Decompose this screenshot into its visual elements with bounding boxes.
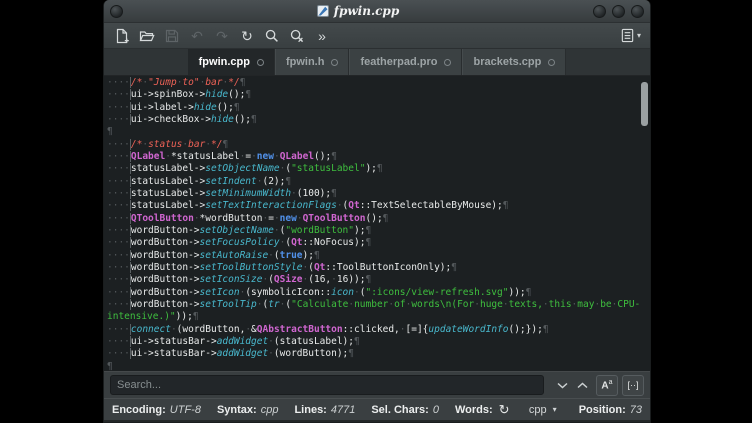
title-bar[interactable]: fpwin.cpp — [104, 0, 650, 23]
match-case-button[interactable]: Aa — [596, 375, 618, 396]
chevron-down-icon — [557, 382, 568, 389]
main-menu-button[interactable]: ▾ — [618, 28, 643, 43]
overflow-icon: » — [318, 29, 326, 43]
search-button[interactable] — [261, 25, 283, 46]
encoding-value: UTF-8 — [170, 404, 201, 416]
tab-label: brackets.cpp — [473, 56, 541, 68]
open-folder-icon — [139, 28, 155, 44]
tab-featherpad.pro[interactable]: featherpad.pro — [349, 49, 462, 75]
redo-button[interactable]: ↷ — [211, 25, 233, 46]
chevron-up-icon — [577, 382, 588, 389]
tab-bar: fpwin.cpp fpwin.h featherpad.pro brackets.c… — [104, 49, 650, 76]
new-file-icon — [114, 28, 130, 44]
search-icon — [264, 28, 280, 44]
whole-word-button[interactable]: [··] — [622, 375, 644, 396]
selected-chars-value: 0 — [433, 404, 439, 416]
code-line: ····QToolButton·*wordButton·=·new·QToolB… — [107, 213, 650, 225]
syntax-combo[interactable]: cpp ▾ — [529, 404, 557, 416]
tab-strip: fpwin.cpp fpwin.h featherpad.pro brackets.c… — [188, 49, 567, 75]
code-line: ····ui->statusBar->addWidget·(statusLabe… — [107, 336, 650, 348]
toolbar-overflow-button[interactable]: » — [311, 25, 333, 46]
minimize-button[interactable] — [612, 5, 625, 18]
code-line: ····wordButton->setIconSize·(QSize·(16,·… — [107, 274, 650, 286]
code-line: ····ui->statusBar->addWidget·(wordButton… — [107, 348, 650, 360]
menu-caret-icon: ▾ — [637, 31, 641, 40]
syntax-value: cpp — [261, 404, 279, 416]
tab-brackets.cpp[interactable]: brackets.cpp — [462, 49, 566, 75]
window-menu-button[interactable] — [110, 5, 123, 18]
code-line: ····wordButton->setAutoRaise·(true);¶ — [107, 250, 650, 262]
search-off-icon — [289, 28, 305, 44]
save-button[interactable] — [161, 25, 183, 46]
tab-fpwin.h[interactable]: fpwin.h — [275, 49, 350, 75]
code-line: ····statusLabel->setMinimumWidth·(100);¶ — [107, 188, 650, 200]
code-line: ····QLabel·*statusLabel·=·new·QLabel();¶ — [107, 151, 650, 163]
search-off-button[interactable] — [286, 25, 308, 46]
tab-label: fpwin.cpp — [199, 56, 250, 68]
code-line: ····ui->label->hide();¶ — [107, 102, 650, 114]
encoding-label: Encoding: — [112, 404, 166, 416]
words-refresh-button[interactable]: ↻ — [499, 403, 510, 416]
find-next-button[interactable] — [552, 376, 572, 395]
code-line: ····wordButton->setIcon·(symbolicIcon::i… — [107, 287, 650, 299]
tab-close-icon[interactable] — [444, 59, 451, 66]
code-lines: ····/*·"Jump·to"·bar·*/¶····ui->spinBox-… — [107, 77, 650, 371]
combo-caret-icon: ▾ — [553, 405, 557, 414]
code-line: ····connect·(wordButton,·&QAbstractButto… — [107, 324, 650, 336]
menu-icon — [620, 28, 635, 43]
selected-chars-label: Sel. Chars: — [371, 404, 428, 416]
code-line: intensive.)"));¶ — [107, 311, 650, 323]
window-title: fpwin.cpp — [334, 4, 399, 18]
toolbar: ↶ ↷ ↻ » — [104, 23, 650, 49]
code-line: ····statusLabel->setIndent·(2);¶ — [107, 176, 650, 188]
code-line: ¶ — [107, 126, 650, 138]
search-bar: Aa [··] — [104, 371, 650, 398]
tab-close-icon[interactable] — [548, 59, 555, 66]
code-line: ····/*·status·bar·*/¶ — [107, 139, 650, 151]
tab-fpwin.cpp[interactable]: fpwin.cpp — [188, 49, 275, 75]
code-line: ····wordButton->setFocusPolicy·(Qt::NoFo… — [107, 237, 650, 249]
close-button[interactable] — [631, 5, 644, 18]
new-file-button[interactable] — [111, 25, 133, 46]
code-line: ····/*·"Jump·to"·bar·*/¶ — [107, 77, 650, 89]
status-bar: Encoding: UTF-8 Syntax: cpp Lines: 4771 … — [104, 398, 650, 422]
code-line: ····ui->spinBox->hide();¶ — [107, 89, 650, 101]
search-input[interactable] — [110, 375, 544, 395]
position-value: 73 — [630, 404, 642, 416]
rollup-button[interactable] — [593, 5, 606, 18]
find-previous-button[interactable] — [572, 376, 592, 395]
reload-icon: ↻ — [241, 29, 253, 43]
lines-value: 4771 — [331, 404, 355, 416]
tab-label: fpwin.h — [286, 56, 325, 68]
open-file-button[interactable] — [136, 25, 158, 46]
code-line: ····wordButton->setToolButtonStyle·(Qt::… — [107, 262, 650, 274]
words-label: Words: — [455, 404, 493, 416]
code-line: ····ui->checkBox->hide();¶ — [107, 114, 650, 126]
code-line: ····statusLabel->setObjectName·("statusL… — [107, 163, 650, 175]
syntax-combo-value: cpp — [529, 404, 547, 416]
tab-label: featherpad.pro — [360, 56, 437, 68]
undo-button[interactable]: ↶ — [186, 25, 208, 46]
desktop: fpwin.cpp — [0, 0, 752, 423]
reload-button[interactable]: ↻ — [236, 25, 258, 46]
whole-word-icon: [··] — [628, 380, 639, 390]
featherpad-window: fpwin.cpp — [103, 0, 651, 423]
tab-close-icon[interactable] — [331, 59, 338, 66]
featherpad-app-icon — [317, 5, 329, 17]
redo-icon: ↷ — [216, 29, 228, 43]
tab-close-icon[interactable] — [257, 59, 264, 66]
save-icon — [164, 28, 180, 44]
vertical-scrollbar-thumb[interactable] — [641, 82, 648, 126]
syntax-label: Syntax: — [217, 404, 257, 416]
code-line: ¶ — [107, 361, 650, 371]
code-line: ····wordButton->setToolTip·(tr·("Calcula… — [107, 299, 650, 311]
undo-icon: ↶ — [191, 29, 203, 43]
code-line: ····statusLabel->setTextInteractionFlags… — [107, 200, 650, 212]
position-label: Position: — [579, 404, 626, 416]
code-line: ····wordButton->setObjectName·("wordButt… — [107, 225, 650, 237]
lines-label: Lines: — [294, 404, 326, 416]
match-case-icon: Aa — [601, 379, 612, 391]
text-editor[interactable]: ····/*·"Jump·to"·bar·*/¶····ui->spinBox-… — [104, 76, 650, 371]
